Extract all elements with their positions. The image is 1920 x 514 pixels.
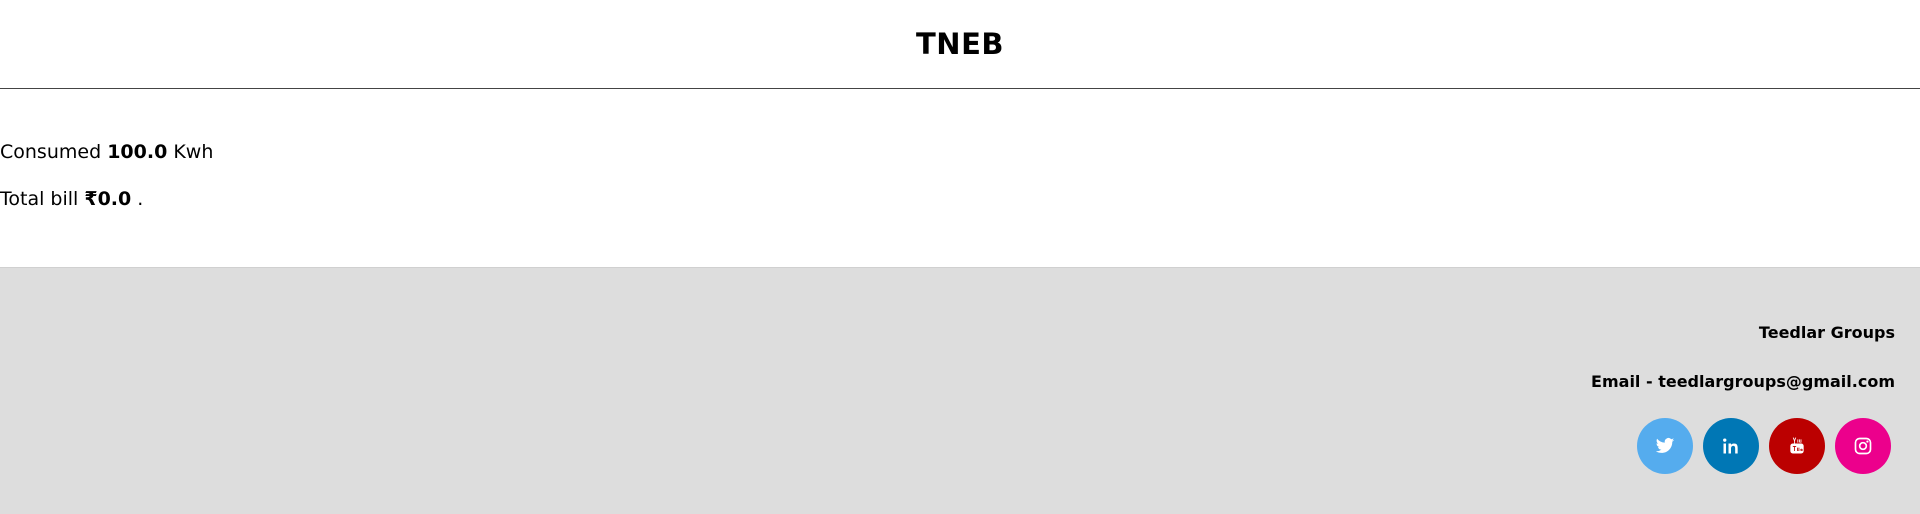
email-separator: - bbox=[1640, 372, 1659, 391]
instagram-icon bbox=[1854, 437, 1872, 455]
email-address: teedlargroups@gmail.com bbox=[1658, 372, 1895, 391]
consumed-label: Consumed bbox=[0, 141, 102, 163]
total-bill-line: Total bill ₹0.0 . bbox=[0, 188, 1920, 210]
youtube-icon bbox=[1790, 437, 1804, 454]
social-links bbox=[1591, 418, 1891, 474]
page-footer: Teedlar Groups Email - teedlargroups@gma… bbox=[0, 267, 1920, 514]
company-name: Teedlar Groups bbox=[1758, 323, 1895, 342]
total-bill-label: Total bill bbox=[0, 188, 79, 210]
page-header: TNEB bbox=[0, 0, 1920, 89]
total-bill-suffix: . bbox=[137, 188, 144, 210]
youtube-button[interactable] bbox=[1769, 418, 1825, 474]
linkedin-icon bbox=[1723, 438, 1738, 454]
consumed-line: Consumed 100.0 Kwh bbox=[0, 141, 1920, 163]
total-bill-value: ₹0.0 bbox=[84, 188, 132, 210]
consumed-unit: Kwh bbox=[173, 141, 214, 163]
page-title: TNEB bbox=[916, 27, 1004, 61]
email-line: Email - teedlargroups@gmail.com bbox=[1591, 372, 1895, 391]
consumed-value: 100.0 bbox=[107, 141, 168, 163]
instagram-button[interactable] bbox=[1835, 418, 1891, 474]
linkedin-button[interactable] bbox=[1703, 418, 1759, 474]
twitter-button[interactable] bbox=[1637, 418, 1693, 474]
twitter-icon bbox=[1655, 438, 1675, 453]
footer-contact: Teedlar Groups Email - teedlargroups@gma… bbox=[1591, 268, 1895, 474]
usage-summary: Consumed 100.0 Kwh Total bill ₹0.0 . bbox=[0, 89, 1920, 267]
email-label: Email bbox=[1591, 372, 1641, 391]
